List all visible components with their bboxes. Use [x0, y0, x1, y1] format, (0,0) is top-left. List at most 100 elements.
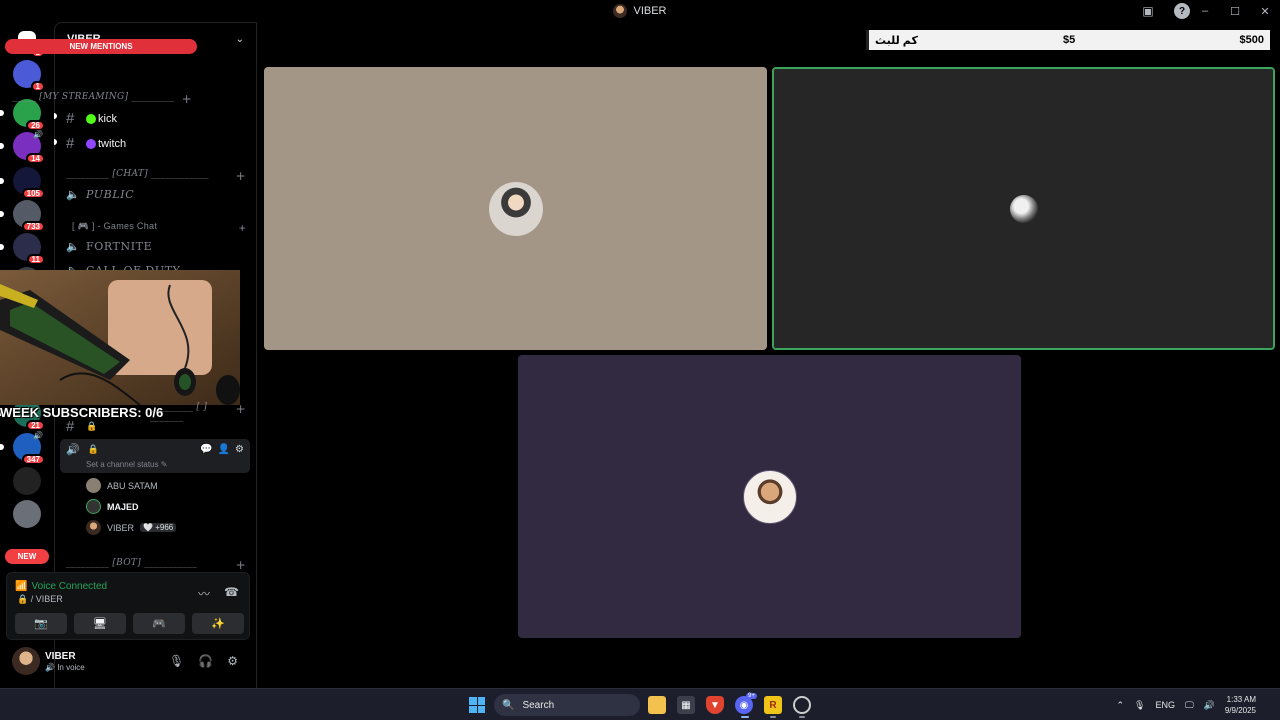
channel-kick[interactable]: # kick	[66, 110, 246, 127]
top-icons: ▣ ?	[1140, 3, 1190, 19]
brave-icon[interactable]: ▼	[706, 696, 724, 714]
add-channel-icon[interactable]: +	[236, 558, 246, 572]
participant-tile[interactable]	[264, 67, 767, 350]
add-member-icon[interactable]: 👤	[218, 444, 230, 455]
hash-icon: #	[66, 418, 75, 435]
voice-channel-path[interactable]: / VIBER	[31, 594, 63, 604]
hash-icon: #	[66, 110, 75, 127]
donation-goal-bar: كم للبث $5 $500	[866, 30, 1270, 50]
voice-active-icon: 🔊	[33, 431, 43, 440]
new-unreads-pill[interactable]: NEW	[5, 549, 49, 564]
voice-connected-panel: 📶 Voice Connected 🔒 / VIBER 〰 ☎ 📷 🖥 🎮 ✨	[6, 572, 250, 640]
noise-suppression-icon[interactable]: 〰	[198, 585, 210, 602]
camera-button[interactable]: 📷	[15, 613, 67, 634]
screen-share-button[interactable]: 🖥	[74, 613, 126, 634]
activities-button[interactable]: 🎮	[133, 613, 185, 634]
gear-icon[interactable]: ⚙	[227, 654, 238, 668]
voice-member[interactable]: ABU SATAM	[86, 478, 158, 493]
channel-twitch[interactable]: # twitch	[66, 135, 246, 152]
language-indicator[interactable]: ENG	[1155, 700, 1175, 710]
participant-tile[interactable]	[518, 355, 1021, 638]
participant-tile-speaking[interactable]	[772, 67, 1275, 350]
server-icon[interactable]: 105	[0, 167, 45, 199]
headphones-icon[interactable]: 🎧	[198, 654, 213, 668]
category-label: [ 🎮 ] - Games Chat	[72, 221, 158, 231]
channel-fortnite[interactable]: 🔈 FORTNITE	[66, 240, 246, 253]
user-status-text: In voice	[57, 663, 85, 672]
voice-connected-label[interactable]: Voice Connected	[31, 581, 107, 592]
inbox-icon[interactable]: ▣	[1140, 3, 1156, 19]
window-title: VIBER	[613, 4, 667, 18]
server-icon[interactable]: 733	[0, 200, 45, 232]
store-icon[interactable]: ▦	[677, 696, 695, 714]
channel-label: kick	[98, 112, 117, 125]
category-label: _________ [BOT] ___________	[66, 558, 198, 568]
microphone-icon[interactable]: 🎙	[169, 654, 184, 668]
voice-member[interactable]: MAJED	[86, 499, 139, 514]
mention-badge: 1	[30, 81, 45, 92]
server-icon[interactable]: 🔊 347	[0, 431, 45, 465]
server-icon[interactable]: 1	[13, 60, 45, 92]
microphone-icon[interactable]: 🎙	[1134, 700, 1145, 711]
channel-status-text: Set a channel status	[86, 460, 159, 469]
rockstar-icon[interactable]: R	[764, 696, 782, 714]
voice-active-icon: 🔊	[33, 130, 43, 139]
category-label: _____ [MY STREAMING] _________	[12, 92, 175, 102]
channel-public[interactable]: 🔈 PUBLIC	[66, 188, 246, 201]
taskbar-search[interactable]: 🔍 Search	[494, 694, 640, 716]
server-icon[interactable]	[13, 500, 41, 528]
add-channel-icon[interactable]: +	[239, 221, 246, 235]
volume-icon[interactable]: 🔊	[1204, 700, 1215, 711]
taskbar: 🔍 Search ▦ ▼ ◉ 9+ R ⌃ 🎙 ENG 🖵 🔊 1:33 AM …	[0, 688, 1280, 720]
discord-window: VIBER ▣ ? – ☐ ✕ 1126🔊141057331147🔊21🔊347…	[0, 0, 1280, 720]
avatar	[488, 181, 543, 236]
category-my-streaming[interactable]: _____ [MY STREAMING] _________ +	[12, 92, 192, 106]
category-games-chat[interactable]: [ 🎮 ] - Games Chat +	[72, 221, 246, 235]
gear-icon[interactable]: ⚙	[235, 444, 244, 455]
file-explorer-icon[interactable]	[648, 696, 666, 714]
network-icon[interactable]: 🖵	[1185, 700, 1194, 711]
clock-date: 9/9/2025	[1224, 706, 1256, 715]
disconnect-icon[interactable]: ☎	[224, 585, 239, 602]
soundboard-button[interactable]: ✨	[192, 613, 244, 634]
voice-member[interactable]: VIBER 🤍 +966	[86, 520, 177, 535]
add-channel-icon[interactable]: +	[236, 169, 246, 183]
chat-icon[interactable]: 💬	[200, 444, 212, 455]
minimize-button[interactable]: –	[1190, 0, 1220, 22]
channel-status[interactable]: Set a channel status ✎	[86, 460, 167, 469]
clock-time: 1:33 AM	[1226, 695, 1256, 704]
avatar[interactable]	[12, 647, 40, 675]
running-app-indicator	[799, 716, 805, 718]
help-icon[interactable]: ?	[1174, 3, 1190, 19]
unread-indicator	[0, 211, 4, 217]
search-icon: 🔍	[502, 699, 515, 711]
server-icon[interactable]	[13, 467, 41, 495]
unread-indicator	[0, 143, 4, 149]
active-voice-channel[interactable]: 🔊 🔒 💬 👤 ⚙ Set a channel status ✎	[60, 439, 250, 473]
category-bot[interactable]: _________ [BOT] ___________ +	[66, 558, 246, 572]
member-name: MAJED	[107, 501, 139, 512]
user-name[interactable]: VIBER	[45, 651, 76, 662]
close-button[interactable]: ✕	[1250, 0, 1280, 22]
member-name: ABU SATAM	[107, 480, 158, 491]
user-status: 🔊 In voice	[45, 663, 85, 672]
discord-badge: 9+	[746, 693, 757, 699]
boost-badge-text: +966	[155, 523, 174, 532]
maximize-button[interactable]: ☐	[1220, 0, 1250, 22]
server-icon[interactable]: 🔊 14	[0, 130, 45, 164]
add-channel-icon[interactable]: +	[182, 92, 192, 106]
twitch-icon	[86, 138, 96, 149]
category-chat[interactable]: _________ [CHAT] ____________ +	[66, 169, 246, 183]
lock-icon: 🔒	[17, 594, 29, 604]
chevron-up-icon[interactable]: ⌃	[1116, 700, 1124, 711]
windows-start-icon[interactable]	[469, 697, 485, 713]
mention-badge: 105	[21, 188, 45, 199]
boost-badge: 🤍 +966	[140, 523, 177, 532]
clock[interactable]: 1:33 AM 9/9/2025	[1225, 694, 1256, 716]
speaker-icon: 🔈	[66, 189, 80, 201]
channel-label: twitch	[98, 137, 127, 150]
obs-icon[interactable]	[793, 696, 811, 714]
new-mentions-pill[interactable]: NEW MENTIONS	[5, 39, 197, 54]
server-icon[interactable]: 11	[0, 233, 45, 265]
channel-locked-text[interactable]: # 🔒	[66, 418, 246, 435]
